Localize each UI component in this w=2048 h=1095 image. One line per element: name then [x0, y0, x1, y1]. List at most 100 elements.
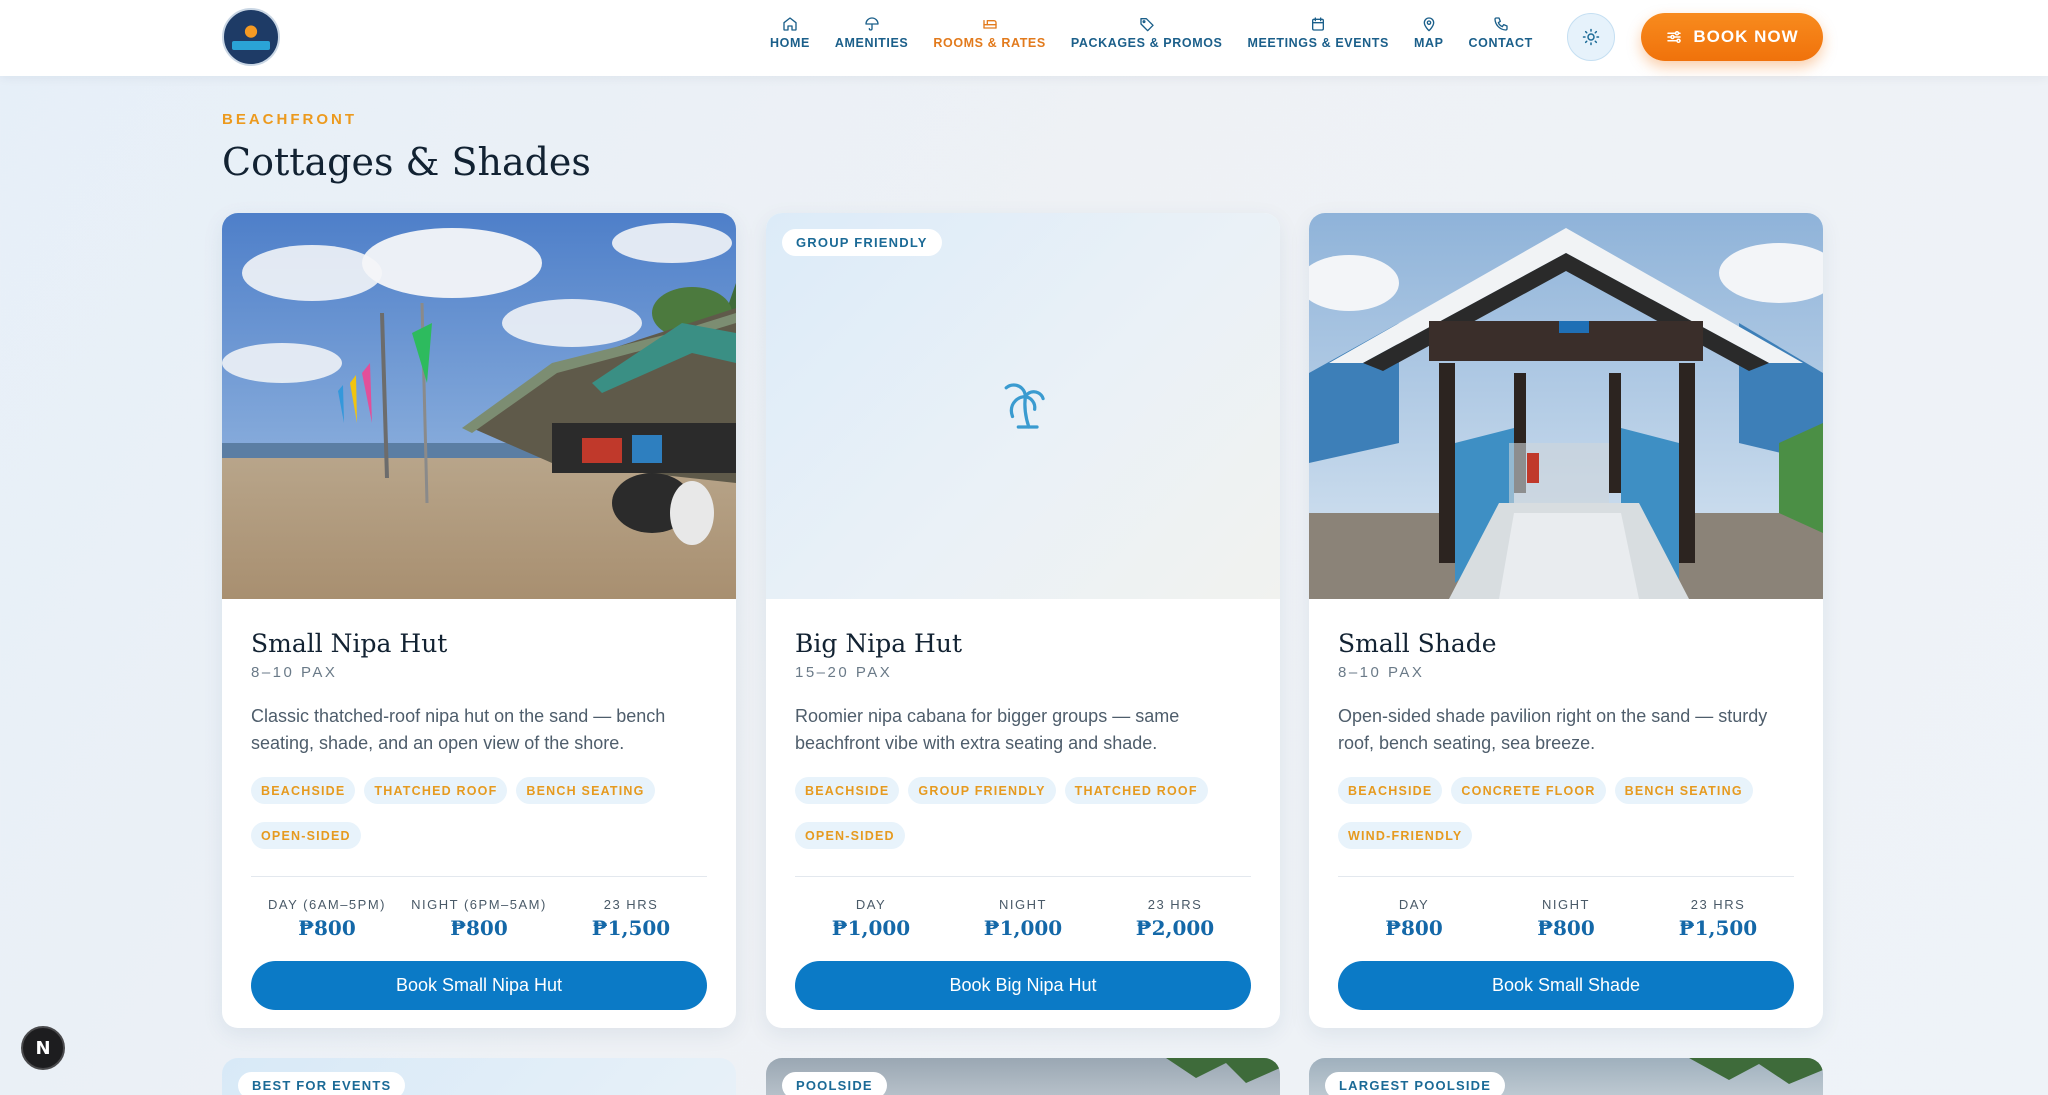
rate-night: NIGHT (6PM–5AM) ₱800 — [403, 897, 555, 940]
rate-table: DAY (6AM–5PM) ₱800 NIGHT (6PM–5AM) ₱800 … — [251, 897, 707, 940]
resort-logo[interactable] — [222, 8, 280, 66]
tag-list: BEACHSIDE GROUP FRIENDLY THATCHED ROOF O… — [795, 777, 1251, 857]
dev-tools-badge[interactable]: N — [21, 1026, 65, 1070]
nav-contact[interactable]: CONTACT — [1469, 16, 1533, 50]
beach-nipa-huts-photo — [222, 213, 736, 599]
rate-night: NIGHT ₱800 — [1490, 897, 1642, 940]
rate-price: ₱800 — [1537, 916, 1595, 940]
nav-home-label: HOME — [770, 36, 810, 50]
book-now-label: BOOK NOW — [1693, 27, 1799, 46]
nav-rooms-rates[interactable]: ROOMS & RATES — [933, 16, 1045, 50]
tag-icon — [1139, 18, 1154, 32]
nav-packages-promos-label: PACKAGES & PROMOS — [1070, 36, 1223, 50]
card-photo-placeholder: GROUP FRIENDLY — [766, 213, 1280, 599]
section-title: Cottages & Shades — [222, 140, 591, 184]
tag: WIND-FRIENDLY — [1338, 821, 1473, 849]
tag: CONCRETE FLOOR — [1451, 777, 1606, 804]
nav-packages-promos[interactable]: PACKAGES & PROMOS — [1071, 16, 1223, 50]
tag: THATCHED ROOF — [364, 777, 508, 804]
nav-contact-label: CONTACT — [1468, 36, 1533, 50]
theme-toggle-button[interactable] — [1567, 13, 1615, 61]
site-header: HOME AMENITIES ROOMS & RATES PACKAGES & … — [0, 0, 2048, 76]
rate-price: ₱800 — [298, 916, 356, 940]
tag: BEACHSIDE — [251, 777, 356, 804]
rate-label: 23 HRS — [1147, 897, 1203, 912]
rate-price: ₱1,500 — [591, 916, 671, 940]
rate-table: DAY ₱800 NIGHT ₱800 23 HRS ₱1,500 — [1338, 897, 1794, 940]
card-description: Classic thatched-roof nipa hut on the sa… — [251, 706, 666, 753]
divider — [795, 876, 1251, 877]
rate-day: DAY ₱1,000 — [795, 897, 947, 940]
rate-price: ₱1,000 — [831, 916, 911, 940]
nav-rooms-rates-label: ROOMS & RATES — [933, 36, 1046, 50]
rate-price: ₱800 — [450, 916, 508, 940]
rate-label: NIGHT — [1542, 897, 1590, 912]
nav-amenities[interactable]: AMENITIES — [835, 16, 908, 50]
card-title: Small Nipa Hut — [251, 629, 448, 658]
tag-list: BEACHSIDE THATCHED ROOF BENCH SEATING OP… — [251, 777, 707, 857]
card-description: Open-sided shade pavilion right on the s… — [1338, 706, 1768, 753]
umbrella-icon — [864, 17, 879, 31]
card-badge: BEST FOR EVENTS — [238, 1072, 406, 1095]
divider — [251, 876, 707, 877]
rate-day: DAY ₱800 — [1338, 897, 1490, 940]
rate-label: DAY — [855, 897, 887, 912]
room-card: Small Nipa Hut 8–10 PAX Classic thatched… — [222, 213, 736, 1028]
rate-label: DAY — [1398, 897, 1430, 912]
nav-map-label: MAP — [1413, 36, 1444, 50]
rate-price: ₱1,500 — [1678, 916, 1758, 940]
palm-tree-icon — [1004, 383, 1045, 429]
rate-label: DAY (6AM–5PM) — [268, 897, 386, 912]
room-card: GROUP FRIENDLY Big Nipa Hut 15–20 PAX Ro… — [766, 213, 1280, 1028]
book-small-shade-button[interactable]: Book Small Shade — [1338, 961, 1794, 1010]
card-photo — [1309, 213, 1823, 599]
rate-label: 23 HRS — [603, 897, 659, 912]
tag: GROUP FRIENDLY — [908, 777, 1056, 804]
nav-meetings-events[interactable]: MEETINGS & EVENTS — [1247, 16, 1388, 50]
rate-23hrs: 23 HRS ₱2,000 — [1099, 897, 1251, 940]
nav-home[interactable]: HOME — [770, 16, 810, 50]
tag: BENCH SEATING — [516, 777, 655, 804]
bed-icon — [982, 19, 997, 29]
rate-day: DAY (6AM–5PM) ₱800 — [251, 897, 403, 940]
card-capacity: 8–10 PAX — [1338, 664, 1425, 681]
rate-night: NIGHT ₱1,000 — [947, 897, 1099, 940]
rate-price: ₱1,000 — [983, 916, 1063, 940]
shade-pavilion-photo — [1309, 213, 1823, 599]
tag-list: BEACHSIDE CONCRETE FLOOR BENCH SEATING W… — [1338, 777, 1794, 857]
rate-price: ₱800 — [1385, 916, 1443, 940]
room-card-partial: LARGEST POOLSIDE — [1309, 1058, 1823, 1095]
book-now-button[interactable]: BOOK NOW — [1641, 13, 1823, 61]
calendar-icon — [1312, 17, 1325, 31]
room-card-partial: BEST FOR EVENTS — [222, 1058, 736, 1095]
phone-icon — [1494, 17, 1508, 31]
divider — [1338, 876, 1794, 877]
nav-amenities-label: AMENITIES — [834, 36, 909, 50]
card-photo — [222, 213, 736, 599]
rate-label: NIGHT — [999, 897, 1047, 912]
book-big-nipa-hut-button[interactable]: Book Big Nipa Hut — [795, 961, 1251, 1010]
tag: BEACHSIDE — [1338, 777, 1443, 804]
card-badge: GROUP FRIENDLY — [782, 229, 942, 256]
home-icon — [783, 17, 797, 31]
rate-label: NIGHT (6PM–5AM) — [411, 897, 547, 912]
map-pin-icon — [1423, 17, 1435, 32]
rate-label: 23 HRS — [1690, 897, 1746, 912]
tag: THATCHED ROOF — [1064, 777, 1208, 804]
main-nav: HOME AMENITIES ROOMS & RATES PACKAGES & … — [770, 16, 1558, 50]
sun-icon — [1582, 28, 1600, 46]
card-badge: LARGEST POOLSIDE — [1325, 1072, 1506, 1095]
nav-meetings-events-label: MEETINGS & EVENTS — [1247, 36, 1389, 50]
tag: OPEN-SIDED — [251, 821, 361, 849]
book-small-nipa-hut-button[interactable]: Book Small Nipa Hut — [251, 961, 707, 1010]
rate-table: DAY ₱1,000 NIGHT ₱1,000 23 HRS ₱2,000 — [795, 897, 1251, 940]
room-card-partial: POOLSIDE — [766, 1058, 1280, 1095]
card-badge: POOLSIDE — [782, 1072, 887, 1095]
nav-map[interactable]: MAP — [1414, 16, 1444, 50]
card-capacity: 15–20 PAX — [795, 664, 893, 681]
rate-23hrs: 23 HRS ₱1,500 — [1642, 897, 1794, 940]
rate-23hrs: 23 HRS ₱1,500 — [555, 897, 707, 940]
card-description: Roomier nipa cabana for bigger groups — … — [795, 706, 1180, 753]
tag: OPEN-SIDED — [795, 821, 905, 849]
tag: BEACHSIDE — [795, 777, 900, 804]
